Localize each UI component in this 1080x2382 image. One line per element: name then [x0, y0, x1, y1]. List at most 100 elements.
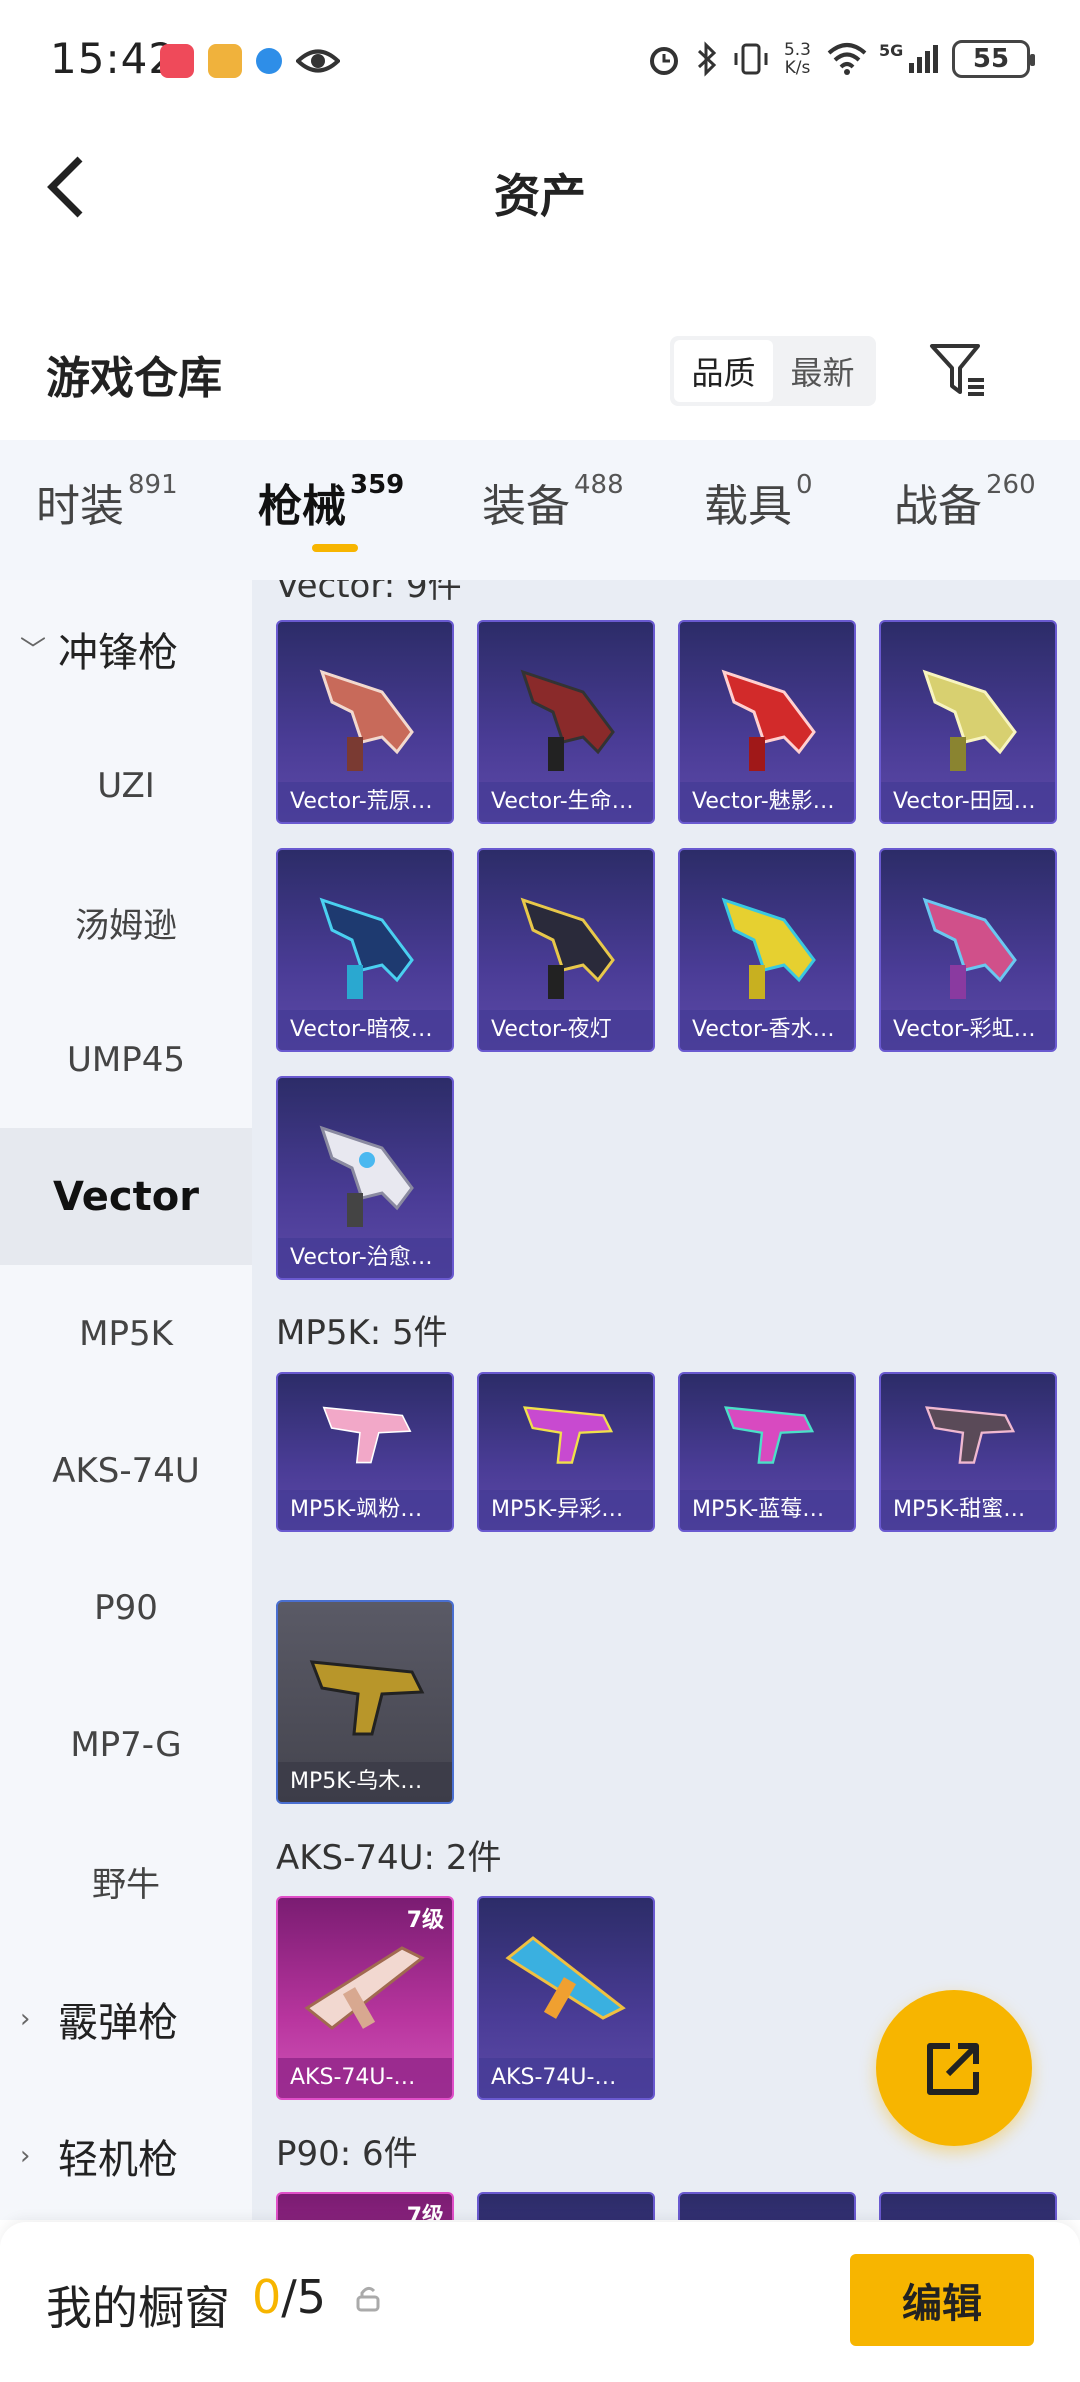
status-icons: 5.3 K/s 5G 55: [646, 40, 1035, 78]
item-name: MP5K-异彩…: [479, 1490, 653, 1530]
item-name: AKS-74U-…: [278, 2058, 452, 2098]
section-title-vector: Vector: 9件: [276, 580, 462, 606]
item-card[interactable]: MP5K-飒粉…: [276, 1372, 454, 1532]
tab-equipment[interactable]: 装备 488: [482, 470, 624, 534]
item-name: MP5K-蓝莓…: [680, 1490, 854, 1530]
item-card[interactable]: MP5K-甜蜜…: [879, 1372, 1057, 1532]
gun-skin-icon: [322, 1406, 412, 1464]
sort-by-latest-button[interactable]: 最新: [773, 340, 872, 402]
gun-skin-icon: [304, 1946, 425, 2030]
sidebar-item-bizon[interactable]: 野牛: [0, 1813, 252, 1950]
sort-toggle: 品质 最新: [670, 336, 876, 406]
item-name: Vector-治愈…: [278, 1238, 452, 1278]
gun-skin-icon: [723, 1406, 815, 1464]
top-nav-bar: 资产: [0, 126, 1080, 252]
item-name: Vector-夜灯: [479, 1010, 653, 1050]
warehouse-header: 游戏仓库 品质 最新: [0, 320, 1080, 440]
sidebar-item-ump45[interactable]: UMP45: [0, 991, 252, 1128]
warehouse-title: 游戏仓库: [46, 353, 222, 404]
gun-skin-icon: [520, 669, 615, 771]
item-card[interactable]: Vector-香水…: [678, 848, 856, 1052]
app-notification-icon: [208, 44, 242, 78]
weapon-type-sidebar: ﹀ 冲锋枪 UZI 汤姆逊 UMP45 Vector MP5K AKS-74U …: [0, 580, 252, 2220]
gun-skin-icon: [721, 669, 816, 771]
item-card[interactable]: 7级: [276, 2192, 454, 2220]
gun-skin-icon: [922, 897, 1017, 999]
chevron-right-icon: ›: [20, 2003, 31, 2034]
sidebar-item-uzi[interactable]: UZI: [0, 717, 252, 854]
tab-vehicles[interactable]: 载具 0: [704, 470, 813, 534]
item-card[interactable]: Vector-魅影…: [678, 620, 856, 824]
item-card[interactable]: Vector-生命…: [477, 620, 655, 824]
item-card[interactable]: Vector-田园…: [879, 620, 1057, 824]
sidebar-item-thompson[interactable]: 汤姆逊: [0, 854, 252, 991]
sidebar-item-aks74u[interactable]: AKS-74U: [0, 1402, 252, 1539]
page-title: 资产: [494, 169, 586, 223]
filter-icon: [930, 344, 984, 396]
gun-skin-icon: [922, 669, 1017, 771]
item-card[interactable]: [477, 2192, 655, 2220]
status-time: 15:42: [50, 34, 177, 83]
gun-skin-icon: [505, 1936, 626, 2020]
sort-by-quality-button[interactable]: 品质: [674, 340, 773, 402]
app-screen: 15:42 5.3 K/s 5G 55 资产 游戏仓库 品质 最新 时装 891…: [0, 0, 1080, 2382]
item-card[interactable]: Vector-暗夜…: [276, 848, 454, 1052]
chevron-right-icon: ›: [20, 2140, 31, 2171]
gun-skin-icon: [309, 1660, 425, 1736]
item-card[interactable]: 7级 AKS-74U-…: [276, 1896, 454, 2100]
tab-firearms[interactable]: 枪械 359: [258, 470, 404, 534]
signal-indicator: 5G: [879, 41, 938, 73]
chevron-down-icon: ﹀: [20, 636, 47, 666]
item-card[interactable]: Vector-荒原…: [276, 620, 454, 824]
showcase-title: 我的橱窗: [46, 2281, 230, 2335]
item-card[interactable]: [879, 2192, 1057, 2220]
sidebar-item-p90[interactable]: P90: [0, 1539, 252, 1676]
tab-supplies[interactable]: 战备 260: [894, 470, 1036, 534]
item-card[interactable]: [678, 2192, 856, 2220]
item-name: Vector-魅影…: [680, 782, 854, 822]
gun-skin-icon: [319, 897, 414, 999]
item-name: AKS-74U-…: [479, 2058, 653, 2098]
gun-skin-icon: [319, 669, 414, 771]
section-title-p90: P90: 6件: [276, 2134, 418, 2174]
bluetooth-icon: [697, 41, 717, 77]
vibrate-icon: [734, 43, 768, 75]
sidebar-group-shotgun[interactable]: › 霰弹枪: [0, 1950, 252, 2087]
tab-fashion[interactable]: 时装 891: [36, 470, 178, 534]
item-name: Vector-生命…: [479, 782, 653, 822]
item-grid: Vector: 9件 Vector-荒原… Vector-生命… Vector-…: [252, 580, 1080, 2220]
filter-button[interactable]: [928, 340, 988, 400]
item-name: Vector-田园…: [881, 782, 1055, 822]
item-card[interactable]: Vector-夜灯: [477, 848, 655, 1052]
showcase-bar: 我的橱窗 0/5 编辑: [0, 2222, 1080, 2382]
sidebar-group-lmg[interactable]: › 轻机枪: [0, 2087, 252, 2224]
sidebar-item-mp7g[interactable]: MP7-G: [0, 1676, 252, 1813]
showcase-count: 0/5: [252, 2270, 327, 2324]
item-card[interactable]: AKS-74U-…: [477, 1896, 655, 2100]
item-card[interactable]: MP5K-乌木…: [276, 1600, 454, 1804]
item-card[interactable]: Vector-彩虹…: [879, 848, 1057, 1052]
item-name: Vector-香水…: [680, 1010, 854, 1050]
sidebar-group-smg[interactable]: ﹀ 冲锋枪: [0, 580, 252, 717]
level-badge: 7级: [406, 2204, 444, 2220]
edit-button[interactable]: 编辑: [850, 2254, 1034, 2346]
app-notification-icon: [256, 48, 282, 74]
app-notification-icon: [160, 44, 194, 78]
item-card[interactable]: MP5K-异彩…: [477, 1372, 655, 1532]
item-name: Vector-彩虹…: [881, 1010, 1055, 1050]
item-card[interactable]: Vector-治愈…: [276, 1076, 454, 1280]
sidebar-item-vector[interactable]: Vector: [0, 1128, 252, 1265]
lock-icon: [356, 2286, 380, 2312]
sidebar-item-mp5k[interactable]: MP5K: [0, 1265, 252, 1402]
status-bar: 15:42 5.3 K/s 5G 55: [0, 0, 1080, 126]
battery-indicator: 55: [952, 40, 1035, 78]
item-card[interactable]: MP5K-蓝莓…: [678, 1372, 856, 1532]
gun-skin-icon: [319, 1125, 414, 1227]
active-tab-indicator: [312, 544, 358, 552]
share-button[interactable]: [876, 1990, 1032, 2146]
net-speed: 5.3 K/s: [783, 40, 811, 78]
gun-skin-icon: [721, 897, 816, 999]
item-name: MP5K-甜蜜…: [881, 1490, 1055, 1530]
alarm-icon: [649, 47, 678, 75]
section-title-mp5k: MP5K: 5件: [276, 1313, 448, 1353]
